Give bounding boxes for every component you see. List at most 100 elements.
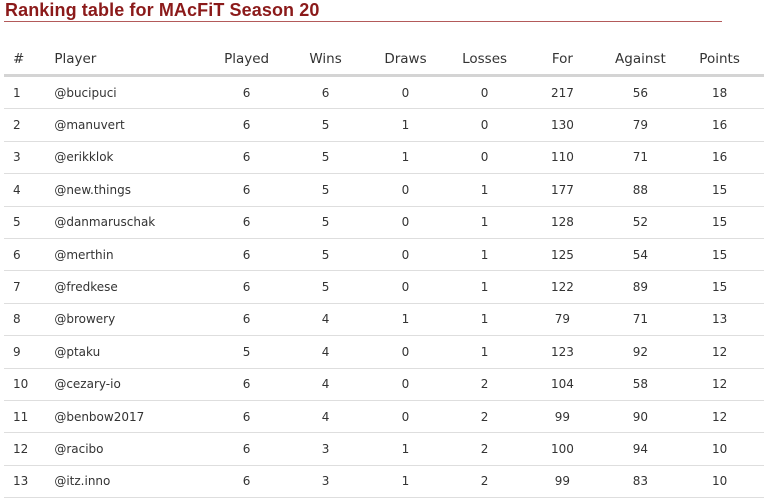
header-played[interactable]: Played <box>203 43 291 77</box>
cell-draws: 0 <box>361 400 450 434</box>
cell-rank: 7 <box>4 270 55 304</box>
cell-against: 79 <box>605 108 676 142</box>
cell-for: 122 <box>519 270 606 304</box>
cell-wins: 3 <box>290 465 362 499</box>
cell-player[interactable]: @browery <box>54 303 204 337</box>
cell-wins: 5 <box>290 108 362 142</box>
cell-for: 217 <box>519 75 606 110</box>
cell-against: 94 <box>605 432 676 466</box>
cell-losses: 0 <box>449 108 520 142</box>
cell-for: 99 <box>519 465 606 499</box>
cell-points: 12 <box>675 335 764 369</box>
table-row: 13 @itz.inno 6 3 1 2 99 83 10 <box>4 465 764 499</box>
cell-points: 13 <box>675 303 764 337</box>
table-row: 7 @fredkese 6 5 0 1 122 89 15 <box>4 270 764 304</box>
cell-draws: 0 <box>361 270 450 304</box>
cell-for: 125 <box>519 238 606 272</box>
cell-player[interactable]: @bucipuci <box>54 75 204 110</box>
cell-rank: 12 <box>4 432 55 466</box>
table-row: 8 @browery 6 4 1 1 79 71 13 <box>4 303 764 337</box>
cell-played: 6 <box>203 270 291 304</box>
cell-losses: 1 <box>449 173 520 207</box>
cell-points: 15 <box>675 238 764 272</box>
cell-against: 58 <box>605 368 676 401</box>
cell-against: 52 <box>605 206 676 239</box>
cell-draws: 0 <box>361 335 450 369</box>
cell-player[interactable]: @erikklok <box>54 141 204 175</box>
page-header: Ranking table for MAcFiT Season 20 <box>4 0 722 22</box>
table-row: 9 @ptaku 5 4 0 1 123 92 12 <box>4 335 764 369</box>
cell-losses: 1 <box>449 335 520 369</box>
cell-draws: 1 <box>361 108 450 142</box>
ranking-table: # Player Played Wins Draws Losses For Ag… <box>4 43 764 499</box>
cell-against: 71 <box>605 141 676 175</box>
cell-wins: 4 <box>290 368 362 401</box>
cell-draws: 1 <box>361 303 450 337</box>
cell-player[interactable]: @merthin <box>54 238 204 272</box>
cell-points: 18 <box>675 75 764 110</box>
cell-points: 12 <box>675 368 764 401</box>
cell-losses: 2 <box>449 368 520 401</box>
cell-for: 100 <box>519 432 606 466</box>
cell-wins: 4 <box>290 400 362 434</box>
table-body: 1 @bucipuci 6 6 0 0 217 56 18 2 @manuvert 6 5 1 0 130 79… <box>4 75 764 499</box>
cell-wins: 5 <box>290 141 362 175</box>
cell-against: 54 <box>605 238 676 272</box>
cell-against: 90 <box>605 400 676 434</box>
cell-points: 16 <box>675 141 764 175</box>
table-row: 5 @danmaruschak 6 5 0 1 128 52 15 <box>4 206 764 239</box>
cell-played: 6 <box>203 108 291 142</box>
cell-played: 6 <box>203 206 291 239</box>
cell-rank: 13 <box>4 465 55 499</box>
header-losses[interactable]: Losses <box>449 43 520 77</box>
header-points[interactable]: Points <box>675 43 764 77</box>
cell-losses: 0 <box>449 141 520 175</box>
cell-player[interactable]: @cezary-io <box>54 368 204 401</box>
cell-rank: 11 <box>4 400 55 434</box>
cell-player[interactable]: @benbow2017 <box>54 400 204 434</box>
cell-points: 15 <box>675 270 764 304</box>
cell-for: 110 <box>519 141 606 175</box>
cell-player[interactable]: @fredkese <box>54 270 204 304</box>
header-rank[interactable]: # <box>4 43 55 77</box>
cell-player[interactable]: @ptaku <box>54 335 204 369</box>
cell-losses: 1 <box>449 270 520 304</box>
cell-player[interactable]: @itz.inno <box>54 465 204 499</box>
table-row: 6 @merthin 6 5 0 1 125 54 15 <box>4 238 764 272</box>
cell-wins: 5 <box>290 173 362 207</box>
cell-draws: 0 <box>361 238 450 272</box>
cell-rank: 10 <box>4 368 55 401</box>
header-for[interactable]: For <box>519 43 606 77</box>
header-wins[interactable]: Wins <box>290 43 362 77</box>
cell-draws: 0 <box>361 368 450 401</box>
cell-rank: 6 <box>4 238 55 272</box>
cell-against: 83 <box>605 465 676 499</box>
cell-played: 6 <box>203 368 291 401</box>
cell-wins: 5 <box>290 270 362 304</box>
cell-played: 6 <box>203 432 291 466</box>
cell-player[interactable]: @danmaruschak <box>54 206 204 239</box>
header-row: # Player Played Wins Draws Losses For Ag… <box>4 43 764 77</box>
cell-points: 12 <box>675 400 764 434</box>
cell-for: 123 <box>519 335 606 369</box>
cell-for: 130 <box>519 108 606 142</box>
cell-losses: 2 <box>449 465 520 499</box>
header-draws[interactable]: Draws <box>361 43 450 77</box>
cell-draws: 0 <box>361 206 450 239</box>
header-against[interactable]: Against <box>605 43 676 77</box>
cell-player[interactable]: @racibo <box>54 432 204 466</box>
cell-points: 16 <box>675 108 764 142</box>
cell-for: 79 <box>519 303 606 337</box>
table-row: 3 @erikklok 6 5 1 0 110 71 16 <box>4 141 764 175</box>
cell-played: 6 <box>203 465 291 499</box>
cell-player[interactable]: @new.things <box>54 173 204 207</box>
cell-wins: 6 <box>290 75 362 110</box>
cell-player[interactable]: @manuvert <box>54 108 204 142</box>
cell-played: 6 <box>203 238 291 272</box>
cell-draws: 0 <box>361 75 450 110</box>
cell-wins: 5 <box>290 206 362 239</box>
cell-draws: 0 <box>361 173 450 207</box>
cell-against: 71 <box>605 303 676 337</box>
page-title: Ranking table for MAcFiT Season 20 <box>5 0 320 20</box>
header-player[interactable]: Player <box>54 43 204 77</box>
